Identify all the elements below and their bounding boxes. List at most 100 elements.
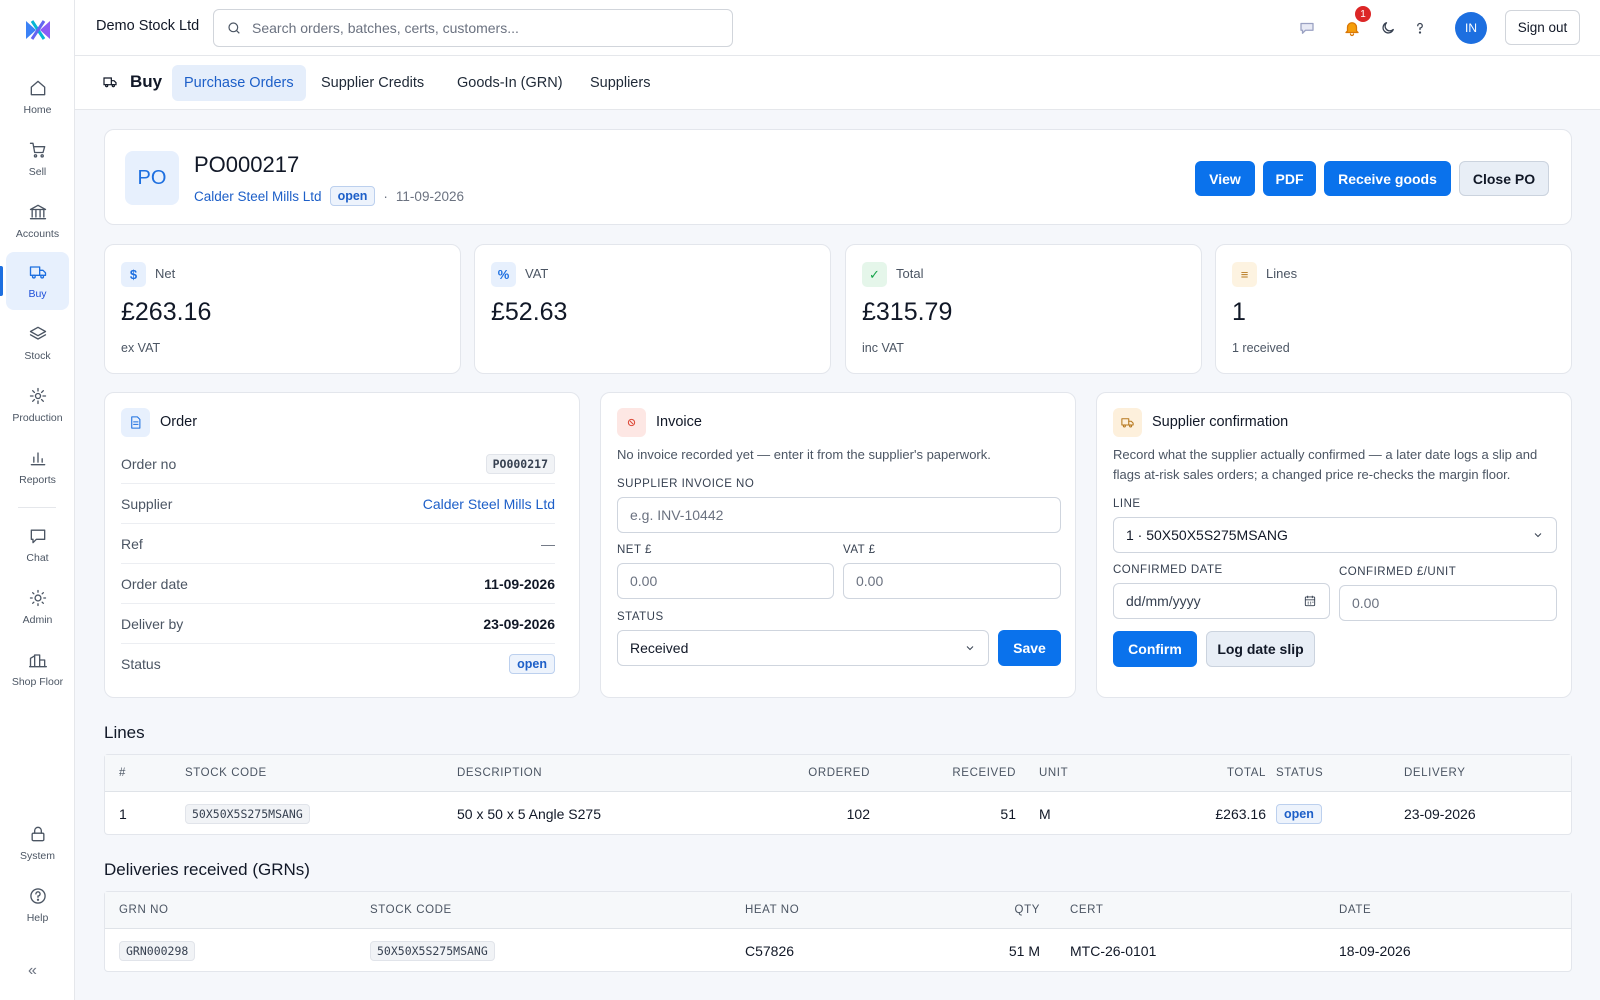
- section-tabs-bar: Buy Purchase Orders Supplier Credits Goo…: [75, 56, 1600, 110]
- confirmed-date-input[interactable]: dd/mm/yyyy: [1113, 583, 1330, 619]
- truck-icon: [29, 266, 46, 279]
- log-date-slip-button[interactable]: Log date slip: [1206, 631, 1315, 667]
- sidebar-item-label: Buy: [28, 288, 47, 300]
- help-icon: [29, 888, 46, 904]
- save-invoice-button[interactable]: Save: [998, 630, 1061, 666]
- sidebar-item-help[interactable]: Help: [6, 876, 69, 934]
- table-header: # STOCK CODE DESCRIPTION ORDERED RECEIVE…: [105, 755, 1571, 792]
- status-badge: open: [509, 654, 555, 674]
- notifications-bell-icon[interactable]: 1: [1341, 6, 1371, 39]
- status-badge: open: [1276, 804, 1322, 824]
- bank-icon: [29, 204, 46, 220]
- panel-title: Order: [160, 414, 198, 430]
- supplier-confirmation-panel: Supplier confirmation Record what the su…: [1096, 392, 1572, 698]
- stat-sub: ex VAT: [121, 341, 161, 355]
- sidebar-item-label: Production: [12, 412, 63, 424]
- grn-code-tag[interactable]: GRN000298: [119, 941, 196, 961]
- grns-section-title: Deliveries received (GRNs): [104, 860, 310, 879]
- sidebar-item-shop-floor[interactable]: Shop Floor: [6, 640, 69, 698]
- order-row: Ref —: [121, 524, 555, 564]
- order-row: Order date 11-09-2026: [121, 564, 555, 604]
- invoice-panel: Invoice No invoice recorded yet — enter …: [600, 392, 1076, 698]
- gear-icon: [29, 387, 46, 405]
- supplier-invoice-input[interactable]: e.g. INV-10442: [617, 497, 1061, 533]
- sidebar-item-home[interactable]: Home: [6, 68, 69, 126]
- line-select[interactable]: 1 · 50X50X5S275MSANG: [1113, 517, 1557, 553]
- net-input[interactable]: 0.00: [617, 563, 834, 599]
- status-select[interactable]: Received: [617, 630, 989, 666]
- line-label: LINE: [1113, 498, 1141, 510]
- layers-icon: [29, 326, 46, 340]
- sidebar-item-label: Home: [23, 104, 52, 116]
- po-number: PO000217: [194, 152, 300, 177]
- sidebar-item-label: System: [19, 850, 55, 862]
- sidebar-item-label: Reports: [19, 474, 56, 486]
- global-search[interactable]: Search orders, batches, certs, customers…: [213, 9, 733, 47]
- po-header-card: PO PO000217 Calder Steel Mills Ltd open …: [104, 129, 1572, 225]
- sidebar-item-label: Chat: [26, 552, 49, 564]
- supplier-link[interactable]: Calder Steel Mills Ltd: [423, 496, 555, 512]
- factory-icon: [28, 654, 47, 668]
- po-badge: PO: [125, 151, 179, 205]
- dollar-icon: $: [121, 262, 146, 287]
- sidebar-item-chat[interactable]: Chat: [6, 516, 69, 574]
- vat-input[interactable]: 0.00: [843, 563, 1061, 599]
- sidebar-item-reports[interactable]: Reports: [6, 438, 69, 496]
- calendar-icon[interactable]: [1303, 594, 1317, 608]
- lines-section-title: Lines: [104, 723, 145, 742]
- sidebar-item-stock[interactable]: Stock: [6, 314, 69, 372]
- panel-title: Supplier confirmation: [1152, 414, 1289, 430]
- confirmed-date-label: CONFIRMED DATE: [1113, 564, 1223, 576]
- confirmed-unit-input[interactable]: 0.00: [1339, 585, 1557, 621]
- po-date: 11-09-2026: [395, 188, 464, 204]
- search-input[interactable]: Search orders, batches, certs, customers…: [252, 20, 519, 36]
- help-question-icon[interactable]: [1409, 17, 1431, 39]
- chevron-down-icon: [966, 646, 974, 651]
- table-header: GRN NO STOCK CODE HEAT NO QTY CERT DATE: [105, 892, 1571, 929]
- sidebar-item-production[interactable]: Production: [6, 376, 69, 434]
- sidebar-item-label: Admin: [22, 614, 53, 626]
- order-row: Supplier Calder Steel Mills Ltd: [121, 484, 555, 524]
- invoice-help-text: No invoice recorded yet — enter it from …: [617, 447, 991, 462]
- stat-card-vat: % VAT £52.63: [474, 244, 831, 374]
- view-button[interactable]: View: [1195, 161, 1255, 196]
- user-avatar[interactable]: IN: [1455, 12, 1487, 44]
- pdf-button[interactable]: PDF: [1263, 161, 1316, 196]
- tab-supplier-credits[interactable]: Supplier Credits: [309, 65, 436, 101]
- order-row: Order no PO000217: [121, 444, 555, 484]
- order-panel: Order Order no PO000217 Supplier Calder …: [104, 392, 580, 698]
- confirm-button[interactable]: Confirm: [1113, 631, 1197, 667]
- tab-suppliers[interactable]: Suppliers: [578, 65, 662, 101]
- vat-label: VAT £: [843, 544, 876, 556]
- stat-label: Total: [896, 266, 924, 281]
- sign-out-button[interactable]: Sign out: [1505, 10, 1580, 45]
- sidebar-item-label: Accounts: [15, 228, 60, 240]
- chat-bubble-icon[interactable]: [1296, 17, 1318, 39]
- sun-icon: [29, 589, 46, 607]
- tab-purchase-orders[interactable]: Purchase Orders: [172, 65, 306, 101]
- order-number-code: PO000217: [485, 453, 555, 474]
- status-badge: open: [329, 186, 376, 206]
- tab-goods-in-grn[interactable]: Goods-In (GRN): [445, 65, 575, 101]
- sidebar-item-sell[interactable]: Sell: [6, 130, 69, 188]
- top-bar: Demo Stock Ltd Search orders, batches, c…: [75, 0, 1600, 56]
- sidebar-item-label: Sell: [28, 166, 47, 178]
- sidebar-item-accounts[interactable]: Accounts: [6, 192, 69, 250]
- sidebar-item-buy[interactable]: Buy: [6, 252, 69, 310]
- lines-table: # STOCK CODE DESCRIPTION ORDERED RECEIVE…: [104, 754, 1572, 835]
- percent-icon: %: [491, 262, 516, 287]
- po-supplier-link[interactable]: Calder Steel Mills Ltd: [194, 189, 322, 204]
- receipt-icon: [617, 408, 646, 437]
- sidebar-item-admin[interactable]: Admin: [6, 578, 69, 636]
- stat-card-net: $ Net £263.16 ex VAT: [104, 244, 461, 374]
- dark-mode-moon-icon[interactable]: [1377, 17, 1399, 39]
- app-logo-icon[interactable]: [24, 18, 52, 42]
- company-name[interactable]: Demo Stock Ltd: [96, 18, 199, 34]
- stock-code-tag: 50X50X5S275MSANG: [185, 804, 310, 824]
- sidebar-item-system[interactable]: System: [6, 814, 69, 872]
- sidebar-item-label: Help: [26, 912, 49, 924]
- receive-goods-button[interactable]: Receive goods: [1324, 161, 1451, 196]
- close-po-button[interactable]: Close PO: [1459, 161, 1549, 196]
- net-label: NET £: [617, 544, 652, 556]
- collapse-sidebar-button[interactable]: «: [28, 962, 37, 980]
